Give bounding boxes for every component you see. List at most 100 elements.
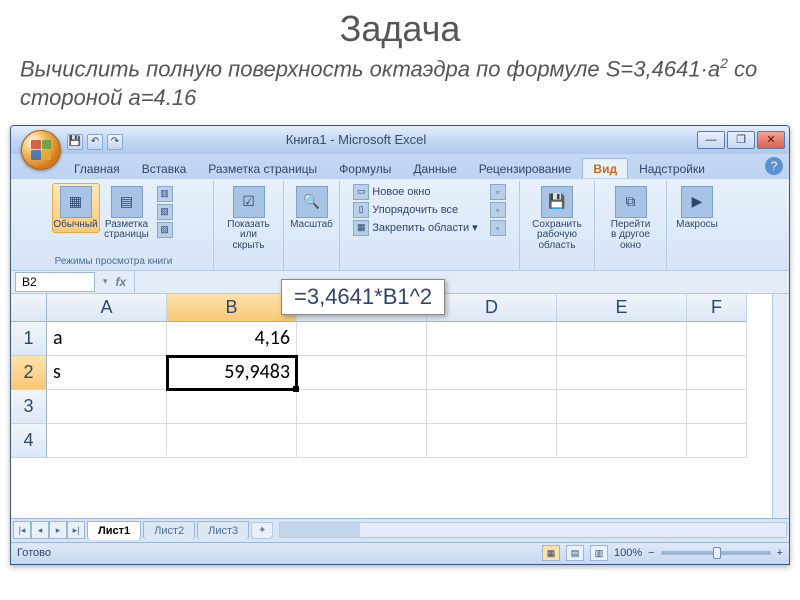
- column-header-F[interactable]: F: [687, 294, 747, 322]
- tab-данные[interactable]: Данные: [402, 158, 467, 178]
- tab-разметка страницы[interactable]: Разметка страницы: [197, 158, 328, 178]
- zoom-button[interactable]: 🔍 Масштаб: [288, 183, 336, 234]
- cell-E2[interactable]: [557, 356, 687, 390]
- save-workspace-button[interactable]: 💾 Сохранить рабочую область: [533, 183, 581, 255]
- tab-вид[interactable]: Вид: [582, 158, 628, 178]
- slide-title: Задача: [0, 0, 800, 54]
- tab-надстройки[interactable]: Надстройки: [628, 158, 716, 178]
- dropdown-icon[interactable]: ▾: [103, 276, 108, 287]
- win-small-1[interactable]: ▫: [487, 183, 509, 201]
- zoom-icon: 🔍: [296, 186, 328, 218]
- qat-redo-icon[interactable]: ↷: [107, 134, 123, 150]
- cell-D2[interactable]: [427, 356, 557, 390]
- win-small-3[interactable]: ▫: [487, 219, 509, 237]
- sheet-tab-active[interactable]: Лист1: [87, 521, 141, 540]
- sheet-tab-3[interactable]: Лист3: [197, 521, 249, 540]
- ribbon: ? ▦ Обычный ▤ Разметка страницы ▥ ▧ ▨: [11, 178, 789, 270]
- close-button[interactable]: ✕: [757, 131, 785, 149]
- tab-вставка[interactable]: Вставка: [131, 158, 198, 178]
- cell-E1[interactable]: [557, 322, 687, 356]
- cell-A2[interactable]: s: [47, 356, 167, 390]
- spreadsheet-grid[interactable]: ABCDEF 1a4,162s59,948334: [11, 294, 789, 518]
- view-normal-icon[interactable]: ▦: [542, 545, 560, 561]
- cell-D4[interactable]: [427, 424, 557, 458]
- zoom-out-icon[interactable]: −: [648, 547, 654, 559]
- cell-A3[interactable]: [47, 390, 167, 424]
- cell-F4[interactable]: [687, 424, 747, 458]
- tab-формулы[interactable]: Формулы: [328, 158, 402, 178]
- switch-window-button[interactable]: ⧉ Перейти в другое окно: [607, 183, 655, 255]
- cell-F3[interactable]: [687, 390, 747, 424]
- showhide-icon: ☑: [233, 186, 265, 218]
- cell-A1[interactable]: a: [47, 322, 167, 356]
- cell-C4[interactable]: [297, 424, 427, 458]
- row-header-3[interactable]: 3: [11, 390, 47, 424]
- formula-input[interactable]: [135, 271, 789, 293]
- cell-B3[interactable]: [167, 390, 297, 424]
- cell-C3[interactable]: [297, 390, 427, 424]
- tab-рецензирование[interactable]: Рецензирование: [468, 158, 583, 178]
- view-pagebreak-icon[interactable]: ▥: [590, 545, 608, 561]
- row-header-4[interactable]: 4: [11, 424, 47, 458]
- column-header-B[interactable]: B: [167, 294, 297, 322]
- sheet-tab-2[interactable]: Лист2: [143, 521, 195, 540]
- quick-access-toolbar: 💾 ↶ ↷: [67, 134, 123, 150]
- arrange-all-button[interactable]: ▯Упорядочить все: [350, 201, 480, 219]
- status-ready: Готово: [17, 547, 51, 559]
- new-window-button[interactable]: ▭Новое окно: [350, 183, 480, 201]
- fill-handle[interactable]: [293, 386, 299, 392]
- fx-icon[interactable]: fx: [112, 275, 131, 289]
- column-header-E[interactable]: E: [557, 294, 687, 322]
- cell-B2[interactable]: 59,9483: [167, 356, 297, 390]
- view-small-2[interactable]: ▧: [154, 203, 176, 221]
- qat-save-icon[interactable]: 💾: [67, 134, 83, 150]
- save-ws-icon: 💾: [541, 186, 573, 218]
- vertical-scrollbar[interactable]: [772, 294, 789, 518]
- row-header-2[interactable]: 2: [11, 356, 47, 390]
- office-button[interactable]: [21, 130, 61, 170]
- sheet-nav-next[interactable]: ▸: [49, 521, 67, 539]
- view-small-3[interactable]: ▨: [154, 221, 176, 239]
- name-box[interactable]: B2: [15, 272, 95, 292]
- sheet-nav-first[interactable]: |◂: [13, 521, 31, 539]
- cell-B1[interactable]: 4,16: [167, 322, 297, 356]
- zoom-slider[interactable]: [661, 551, 771, 555]
- cell-D3[interactable]: [427, 390, 557, 424]
- freeze-panes-button[interactable]: ▦Закрепить области ▾: [350, 219, 480, 237]
- sheet-nav-last[interactable]: ▸|: [67, 521, 85, 539]
- view-small-1[interactable]: ▥: [154, 185, 176, 203]
- minimize-button[interactable]: —: [697, 131, 725, 149]
- tab-главная[interactable]: Главная: [63, 158, 131, 178]
- status-bar: Готово ▦ ▤ ▥ 100% − +: [11, 542, 789, 564]
- sheet-nav-prev[interactable]: ◂: [31, 521, 49, 539]
- excel-window: 💾 ↶ ↷ Книга1 - Microsoft Excel — ❐ ✕ Гла…: [10, 125, 790, 565]
- cell-F2[interactable]: [687, 356, 747, 390]
- view-pagelayout-icon[interactable]: ▤: [566, 545, 584, 561]
- row-header-1[interactable]: 1: [11, 322, 47, 356]
- cell-C1[interactable]: [297, 322, 427, 356]
- view-normal-button[interactable]: ▦ Обычный: [52, 183, 100, 234]
- cell-D1[interactable]: [427, 322, 557, 356]
- help-icon[interactable]: ?: [765, 157, 783, 175]
- macros-button[interactable]: ▶ Макросы: [673, 183, 721, 234]
- cell-A4[interactable]: [47, 424, 167, 458]
- qat-undo-icon[interactable]: ↶: [87, 134, 103, 150]
- maximize-button[interactable]: ❐: [727, 131, 755, 149]
- column-header-A[interactable]: A: [47, 294, 167, 322]
- win-small-2[interactable]: ▫: [487, 201, 509, 219]
- view-pagelayout-button[interactable]: ▤ Разметка страницы: [103, 183, 151, 244]
- zoom-percent[interactable]: 100%: [614, 547, 642, 559]
- new-sheet-button[interactable]: ✦: [251, 522, 273, 539]
- cell-C2[interactable]: [297, 356, 427, 390]
- switch-icon: ⧉: [615, 186, 647, 218]
- cell-F1[interactable]: [687, 322, 747, 356]
- cell-E4[interactable]: [557, 424, 687, 458]
- zoom-in-icon[interactable]: +: [777, 547, 783, 559]
- column-header-D[interactable]: D: [427, 294, 557, 322]
- select-all-corner[interactable]: [11, 294, 47, 322]
- cell-B4[interactable]: [167, 424, 297, 458]
- cell-E3[interactable]: [557, 390, 687, 424]
- horizontal-scrollbar[interactable]: [279, 522, 787, 538]
- page-icon: ▤: [111, 186, 143, 218]
- show-hide-button[interactable]: ☑ Показать или скрыть: [225, 183, 273, 255]
